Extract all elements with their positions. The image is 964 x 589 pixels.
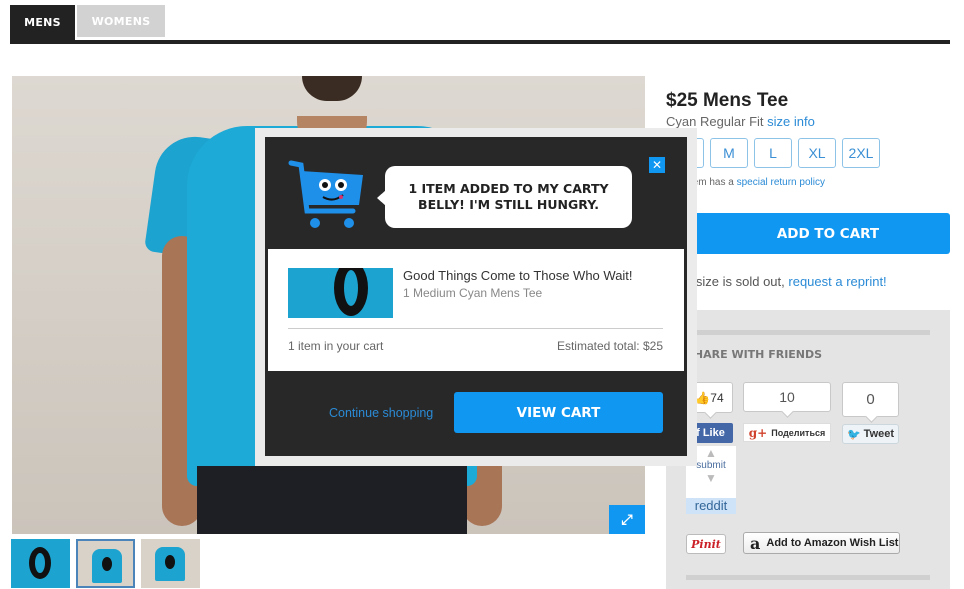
facebook-like-label: Like xyxy=(702,427,725,439)
cart-divider xyxy=(288,328,663,329)
google-plus-share-button[interactable]: g+ Поделиться xyxy=(743,423,831,442)
size-info-link[interactable]: size info xyxy=(767,114,815,129)
sold-out-note: Your size is sold out, request a reprint… xyxy=(666,274,887,289)
model-pants xyxy=(197,466,467,534)
close-icon: ✕ xyxy=(651,158,663,172)
add-to-cart-button[interactable]: ADD TO CART xyxy=(666,213,950,254)
tire-artwork xyxy=(334,268,368,316)
cart-item-image xyxy=(288,268,393,318)
facebook-count-value: 74 xyxy=(710,390,724,405)
reddit-label: reddit xyxy=(686,498,736,514)
amazon-wishlist-label: Add to Amazon Wish List xyxy=(766,537,899,549)
shirt-graphic xyxy=(92,549,122,583)
thumbnail-mens-tee[interactable] xyxy=(76,539,135,588)
tab-mens[interactable]: MENS xyxy=(10,5,75,40)
google-plus-icon: g+ xyxy=(748,425,768,440)
return-policy-link[interactable]: special return policy xyxy=(737,177,825,188)
thumbnail-artwork[interactable] xyxy=(11,539,70,588)
size-option-l[interactable]: L xyxy=(754,138,792,168)
pinterest-pin-button[interactable]: Pinit xyxy=(686,534,726,554)
cart-item-description: 1 Medium Cyan Mens Tee xyxy=(403,286,543,300)
thumbs-up-icon: 👍 xyxy=(695,390,711,405)
cart-modal: 1 ITEM ADDED TO MY CARTY BELLY! I'M STIL… xyxy=(265,137,687,456)
google-plus-count: 10 xyxy=(743,382,831,412)
size-option-xl[interactable]: XL xyxy=(798,138,836,168)
shirt-graphic xyxy=(155,547,185,581)
model-chin xyxy=(302,76,362,101)
size-selector: S M L XL 2XL xyxy=(666,138,880,168)
size-option-2xl[interactable]: 2XL xyxy=(842,138,880,168)
share-panel: SHARE WITH FRIENDS 👍 74 10 0 f Like g+ По… xyxy=(666,310,950,589)
downvote-icon[interactable]: ▼ xyxy=(686,471,736,485)
share-divider-top xyxy=(686,330,930,335)
share-divider-bottom xyxy=(686,575,930,580)
size-option-m[interactable]: M xyxy=(710,138,748,168)
tweet-count: 0 xyxy=(842,382,899,417)
cart-summary: Good Things Come to Those Who Wait! 1 Me… xyxy=(268,249,684,371)
fit-label: Cyan Regular Fit xyxy=(666,114,764,129)
expand-icon: ⤢ xyxy=(621,511,633,527)
happy-cart-icon xyxy=(288,160,363,228)
google-plus-label: Поделиться xyxy=(771,427,826,438)
tab-womens[interactable]: WOMENS xyxy=(77,5,165,37)
product-fit: Cyan Regular Fit size info xyxy=(666,114,815,129)
cart-item-count: 1 item in your cart xyxy=(288,339,384,353)
gender-tabs: MENS WOMENS xyxy=(10,5,165,45)
tweet-label: Tweet xyxy=(863,428,895,440)
amazon-icon: a xyxy=(750,533,761,553)
cart-message-bubble: 1 ITEM ADDED TO MY CARTY BELLY! I'M STIL… xyxy=(377,166,632,228)
tab-divider xyxy=(10,40,950,44)
thumbnail-womens-tee[interactable] xyxy=(141,539,200,588)
product-page: MENS WOMENS ⤢ $25 Mens Tee Cyan Regular … xyxy=(0,0,964,589)
cart-item-name[interactable]: Good Things Come to Those Who Wait! xyxy=(403,268,633,283)
tire-artwork xyxy=(29,547,51,579)
request-reprint-link[interactable]: request a reprint! xyxy=(788,274,886,289)
expand-image-button[interactable]: ⤢ xyxy=(609,505,645,534)
view-cart-button[interactable]: VIEW CART xyxy=(454,392,663,433)
share-title: SHARE WITH FRIENDS xyxy=(686,348,823,361)
tweet-button[interactable]: 🐦 Tweet xyxy=(842,424,899,444)
thumbnail-strip xyxy=(11,539,200,588)
continue-shopping-link[interactable]: Continue shopping xyxy=(329,406,433,420)
cart-estimated-total: Estimated total: $25 xyxy=(556,339,663,353)
product-title: $25 Mens Tee xyxy=(666,90,789,111)
close-modal-button[interactable]: ✕ xyxy=(649,157,665,173)
amazon-wishlist-button[interactable]: a Add to Amazon Wish List xyxy=(743,532,900,554)
twitter-bird-icon: 🐦 xyxy=(846,428,861,441)
cart-modal-overlay: 1 ITEM ADDED TO MY CARTY BELLY! I'M STIL… xyxy=(255,128,697,466)
